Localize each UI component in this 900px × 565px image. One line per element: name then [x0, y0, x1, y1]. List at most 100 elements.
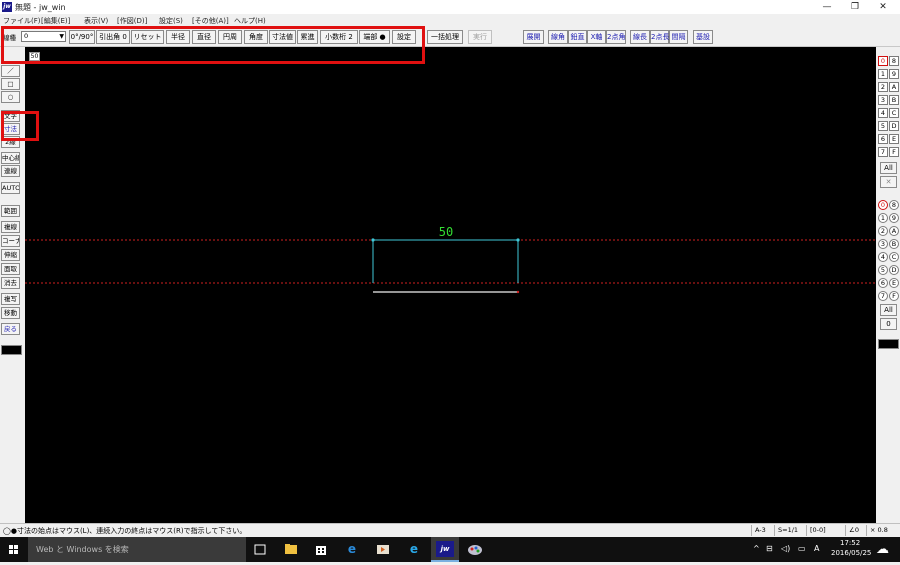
expand-button[interactable]: 展開	[523, 30, 544, 44]
network-icon[interactable]: ⊟	[766, 544, 773, 553]
layergroup-zero-button[interactable]: 0	[880, 318, 897, 330]
status-bar: ◯●寸法の始点はマウス(L)、連続入力の終点はマウス(R)で指示して下さい。 A…	[0, 523, 900, 537]
minimize-button[interactable]: —	[812, 1, 842, 13]
batch-process-button[interactable]: 一括処理	[427, 30, 463, 44]
layer-group-button-f[interactable]: F	[889, 291, 899, 301]
notification-message-icon[interactable]: ▭	[798, 544, 806, 553]
layer-group-button-6[interactable]: 6	[878, 278, 888, 288]
store-icon[interactable]	[311, 540, 331, 559]
task-view-icon[interactable]	[250, 540, 270, 559]
vertical-button[interactable]: 鉛直	[568, 30, 587, 44]
tool-corner[interactable]: コーナー	[1, 235, 20, 247]
tray-chevron-icon[interactable]: ^	[753, 544, 760, 553]
layer-button-a[interactable]: A	[889, 82, 899, 92]
line-angle-button[interactable]: 線角	[548, 30, 568, 44]
layer-color-swatch[interactable]	[878, 339, 899, 349]
ime-indicator[interactable]: A	[814, 544, 819, 553]
layer-group-button-b[interactable]: B	[889, 239, 899, 249]
tool-copy[interactable]: 複写	[1, 293, 20, 305]
layer-button-3[interactable]: 3	[878, 95, 888, 105]
tool-circle[interactable]: ○	[1, 91, 20, 103]
menu-help[interactable]: ヘルプ(H)	[234, 16, 266, 26]
layer-button-4[interactable]: 4	[878, 108, 888, 118]
layer-button-7[interactable]: 7	[878, 147, 888, 157]
start-button[interactable]	[0, 537, 28, 562]
layer-button-9[interactable]: 9	[889, 69, 899, 79]
x-axis-button[interactable]: X軸	[587, 30, 606, 44]
action-center-icon[interactable]: ☁	[876, 542, 889, 557]
line-color-swatch[interactable]	[1, 345, 22, 355]
layer-group-button-7[interactable]: 7	[878, 291, 888, 301]
layer-group-button-1[interactable]: 1	[878, 213, 888, 223]
layer-group-button-e[interactable]: E	[889, 278, 899, 288]
edge-browser-icon[interactable]: e	[342, 540, 362, 559]
menu-other[interactable]: [その他(A)]	[192, 16, 229, 26]
layergroup-all-button[interactable]: All	[880, 304, 897, 316]
tool-undo[interactable]: 戻る	[1, 323, 20, 335]
menu-settings[interactable]: 設定(S)	[159, 16, 183, 26]
jw-cad-taskbar-button[interactable]: jw	[431, 537, 459, 562]
taskbar-search-box[interactable]: Web と Windows を検索	[28, 537, 246, 562]
layer-group-button-d[interactable]: D	[889, 265, 899, 275]
menu-edit[interactable]: [編集(E)]	[41, 16, 70, 26]
maximize-button[interactable]: ❐	[840, 1, 870, 13]
tool-center-line[interactable]: 中心線	[1, 152, 20, 164]
spacing-button[interactable]: 間隔	[669, 30, 688, 44]
clock-date[interactable]: 2016/05/25	[831, 549, 871, 557]
layer-button-e[interactable]: E	[889, 134, 899, 144]
menu-draw[interactable]: [作図(D)]	[117, 16, 147, 26]
layer-button-5[interactable]: 5	[878, 121, 888, 131]
tool-move[interactable]: 移動	[1, 307, 20, 319]
layer-group-button-9[interactable]: 9	[889, 213, 899, 223]
two-point-length-button[interactable]: 2点長	[650, 30, 669, 44]
file-explorer-icon[interactable]	[281, 540, 301, 559]
layer-group-button-5[interactable]: 5	[878, 265, 888, 275]
tool-stretch[interactable]: 伸縮	[1, 249, 20, 261]
close-button[interactable]: ✕	[868, 1, 898, 13]
tool-chamfer[interactable]: 面取	[1, 263, 20, 275]
layer-button-b[interactable]: B	[889, 95, 899, 105]
menu-view[interactable]: 表示(V)	[84, 16, 108, 26]
scale-indicator[interactable]: S=1/1	[774, 525, 801, 536]
paper-size[interactable]: A-3	[751, 525, 769, 536]
media-player-icon[interactable]	[373, 540, 393, 559]
base-setting-button[interactable]: 基設	[693, 30, 713, 44]
paint-icon[interactable]	[465, 540, 485, 559]
layer-group-button-2[interactable]: 2	[878, 226, 888, 236]
layer-palette: 08192A3B4C5D6E7F All ✕ 08192A3B4C5D6E7F …	[876, 47, 900, 523]
drawing-canvas[interactable]: 50	[25, 47, 876, 523]
tool-rectangle[interactable]: □	[1, 78, 20, 90]
layer-button-6[interactable]: 6	[878, 134, 888, 144]
execute-button[interactable]: 実行	[468, 30, 492, 44]
zoom-indicator[interactable]: × 0.8	[866, 525, 891, 536]
layer-indicator[interactable]: [0-0]	[806, 525, 829, 536]
layer-all-button[interactable]: All	[880, 162, 897, 174]
layer-button-d[interactable]: D	[889, 121, 899, 131]
tool-range[interactable]: 範囲	[1, 205, 20, 217]
layer-button-0[interactable]: 0	[878, 56, 888, 66]
line-length-button[interactable]: 線長	[630, 30, 650, 44]
layer-group-button-4[interactable]: 4	[878, 252, 888, 262]
layer-group-button-8[interactable]: 8	[889, 200, 899, 210]
two-point-angle-button[interactable]: 2点角	[606, 30, 626, 44]
layer-button-c[interactable]: C	[889, 108, 899, 118]
layer-group-button-0[interactable]: 0	[878, 200, 888, 210]
layer-x-button[interactable]: ✕	[880, 176, 897, 188]
layer-group-button-c[interactable]: C	[889, 252, 899, 262]
layer-button-1[interactable]: 1	[878, 69, 888, 79]
menu-file[interactable]: ファイル(F)	[3, 16, 41, 26]
tool-erase[interactable]: 消去	[1, 277, 20, 289]
tool-auto[interactable]: AUTO	[1, 182, 20, 194]
tool-connect-line[interactable]: 連線	[1, 165, 20, 177]
tool-offset[interactable]: 複線	[1, 221, 20, 233]
angle-indicator[interactable]: ∠0	[845, 525, 862, 536]
layer-group-button-a[interactable]: A	[889, 226, 899, 236]
volume-icon[interactable]: ◁)	[781, 544, 790, 553]
clock-time[interactable]: 17:52	[840, 539, 860, 547]
tool-line[interactable]: ／	[1, 65, 20, 77]
internet-explorer-icon[interactable]: e	[404, 540, 424, 559]
layer-button-f[interactable]: F	[889, 147, 899, 157]
layer-button-2[interactable]: 2	[878, 82, 888, 92]
layer-button-8[interactable]: 8	[889, 56, 899, 66]
layer-group-button-3[interactable]: 3	[878, 239, 888, 249]
